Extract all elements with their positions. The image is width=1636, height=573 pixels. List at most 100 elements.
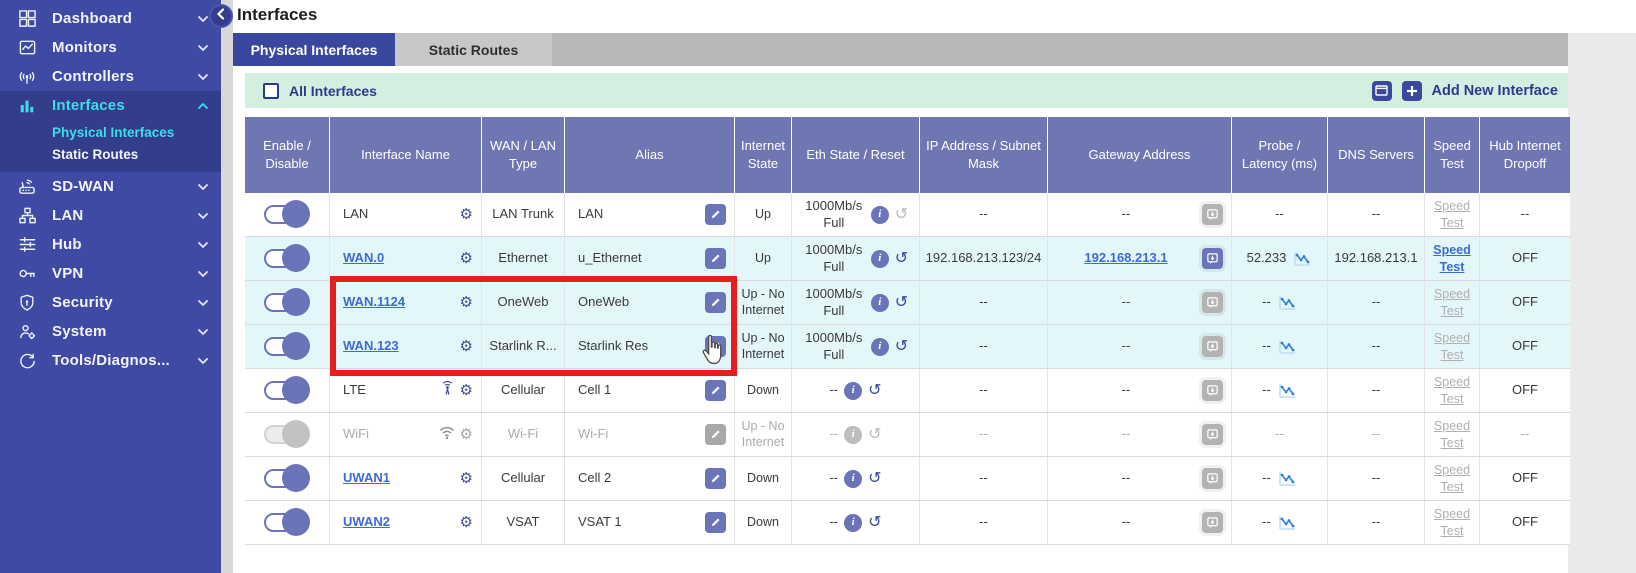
gateway-ping-icon[interactable] (1202, 248, 1223, 269)
interface-name: LAN (343, 206, 368, 222)
gateway-cell: 192.168.213.1 (1048, 237, 1232, 280)
gateway-address[interactable]: 192.168.213.1 (1056, 250, 1196, 266)
add-new-interface-button[interactable]: Add New Interface (1432, 83, 1559, 99)
reset-icon[interactable]: ↺ (895, 207, 908, 223)
sidebar-item-label: Tools/Diagnos... (40, 352, 195, 369)
info-icon[interactable]: i (871, 294, 889, 312)
interface-name[interactable]: WAN.1124 (343, 294, 405, 310)
probe-value: -- (1275, 426, 1284, 442)
gear-icon[interactable]: ⚙ (460, 471, 473, 486)
sidebar-subitem-physical-interfaces[interactable]: Physical Interfaces (0, 122, 221, 144)
latency-chart-icon[interactable] (1278, 339, 1297, 355)
alias-edit-button[interactable] (705, 248, 726, 269)
enable-toggle[interactable] (264, 205, 310, 224)
enable-toggle[interactable] (264, 425, 310, 444)
sidebar-item-hub[interactable]: Hub (0, 230, 221, 259)
gateway-ping-icon[interactable] (1202, 292, 1223, 313)
collapse-sidebar-button[interactable] (209, 4, 233, 28)
speed-test-cell: Speed Test (1425, 237, 1480, 280)
info-icon[interactable]: i (871, 338, 889, 356)
sidebar-subitem-static-routes[interactable]: Static Routes (0, 144, 221, 166)
tab-static-routes[interactable]: Static Routes (395, 33, 552, 66)
enable-toggle[interactable] (264, 469, 310, 488)
interface-name[interactable]: WAN.123 (343, 338, 399, 354)
gateway-ping-icon[interactable] (1202, 512, 1223, 533)
sidebar-item-sd-wan[interactable]: SD-WAN (0, 172, 221, 201)
interface-name[interactable]: UWAN1 (343, 470, 390, 486)
reset-icon[interactable]: ↺ (895, 339, 908, 355)
open-window-icon[interactable] (1372, 81, 1392, 101)
reset-icon[interactable]: ↺ (868, 471, 881, 487)
sidebar-item-label: SD-WAN (40, 178, 195, 195)
gateway-ping-icon[interactable] (1202, 336, 1223, 357)
reset-icon[interactable]: ↺ (895, 295, 908, 311)
latency-chart-icon[interactable] (1293, 251, 1312, 267)
info-icon[interactable]: i (844, 470, 862, 488)
enable-toggle[interactable] (264, 513, 310, 532)
gateway-ping-icon[interactable] (1202, 380, 1223, 401)
latency-chart-icon[interactable] (1278, 295, 1297, 311)
interface-name[interactable]: UWAN2 (343, 514, 390, 530)
chevron-down-icon (195, 183, 211, 191)
all-interfaces-checkbox[interactable] (263, 83, 279, 99)
reset-icon[interactable]: ↺ (895, 251, 908, 267)
alias-edit-button[interactable] (705, 512, 726, 533)
sidebar-item-monitors[interactable]: Monitors (0, 33, 221, 62)
sidebar-item-security[interactable]: Security (0, 288, 221, 317)
info-icon[interactable]: i (871, 250, 889, 268)
alias-edit-button[interactable] (705, 336, 726, 357)
tab-bar: Physical Interfaces Static Routes (233, 33, 1568, 66)
probe-value: -- (1262, 294, 1271, 310)
reset-icon[interactable]: ↺ (868, 427, 881, 443)
info-icon[interactable]: i (844, 426, 862, 444)
chevron-down-icon (195, 357, 211, 365)
eth-state-text: -- (829, 426, 838, 442)
alias-edit-button[interactable] (705, 468, 726, 489)
alias-edit-button[interactable] (705, 204, 726, 225)
sidebar-item-tools-diagnos[interactable]: Tools/Diagnos... (0, 346, 221, 375)
internet-state: Down (735, 457, 792, 500)
probe-value: -- (1262, 382, 1271, 398)
latency-chart-icon[interactable] (1278, 515, 1297, 531)
gear-icon[interactable]: ⚙ (460, 383, 473, 398)
tab-physical-interfaces[interactable]: Physical Interfaces (233, 33, 395, 66)
info-icon[interactable]: i (844, 514, 862, 532)
gear-icon[interactable]: ⚙ (460, 515, 473, 530)
latency-chart-icon[interactable] (1278, 383, 1297, 399)
alias-edit-button[interactable] (705, 424, 726, 445)
dns-servers: -- (1328, 325, 1425, 368)
page-title: Interfaces (237, 5, 317, 25)
sidebar-item-system[interactable]: System (0, 317, 221, 346)
enable-toggle[interactable] (264, 249, 310, 268)
sidebar-item-controllers[interactable]: Controllers (0, 62, 221, 91)
latency-chart-icon[interactable] (1278, 471, 1297, 487)
gear-icon[interactable]: ⚙ (460, 339, 473, 354)
enable-toggle[interactable] (264, 293, 310, 312)
gateway-ping-icon[interactable] (1202, 204, 1223, 225)
gear-icon[interactable]: ⚙ (460, 207, 473, 222)
speed-test-link[interactable]: Speed Test (1431, 242, 1473, 275)
info-icon[interactable]: i (844, 382, 862, 400)
sidebar-item-vpn[interactable]: VPN (0, 259, 221, 288)
reset-icon[interactable]: ↺ (868, 515, 881, 531)
info-icon[interactable]: i (871, 206, 889, 224)
sidebar-item-dashboard[interactable]: Dashboard (0, 4, 221, 33)
gear-icon[interactable]: ⚙ (460, 427, 473, 442)
gateway-cell: -- (1048, 413, 1232, 456)
sidebar-item-lan[interactable]: LAN (0, 201, 221, 230)
enable-toggle[interactable] (264, 337, 310, 356)
interface-name[interactable]: WAN.0 (343, 250, 384, 266)
tools-icon (14, 351, 40, 370)
plus-icon[interactable] (1402, 81, 1422, 101)
gear-icon[interactable]: ⚙ (460, 251, 473, 266)
gear-icon[interactable]: ⚙ (460, 295, 473, 310)
sidebar-item-interfaces[interactable]: Interfaces (0, 91, 221, 120)
alias-edit-button[interactable] (705, 292, 726, 313)
column-header: Gateway Address (1048, 117, 1232, 193)
gateway-ping-icon[interactable] (1202, 424, 1223, 445)
enable-toggle[interactable] (264, 381, 310, 400)
gateway-ping-icon[interactable] (1202, 468, 1223, 489)
hub-internet-dropoff: -- (1480, 413, 1570, 456)
alias-edit-button[interactable] (705, 380, 726, 401)
reset-icon[interactable]: ↺ (868, 383, 881, 399)
